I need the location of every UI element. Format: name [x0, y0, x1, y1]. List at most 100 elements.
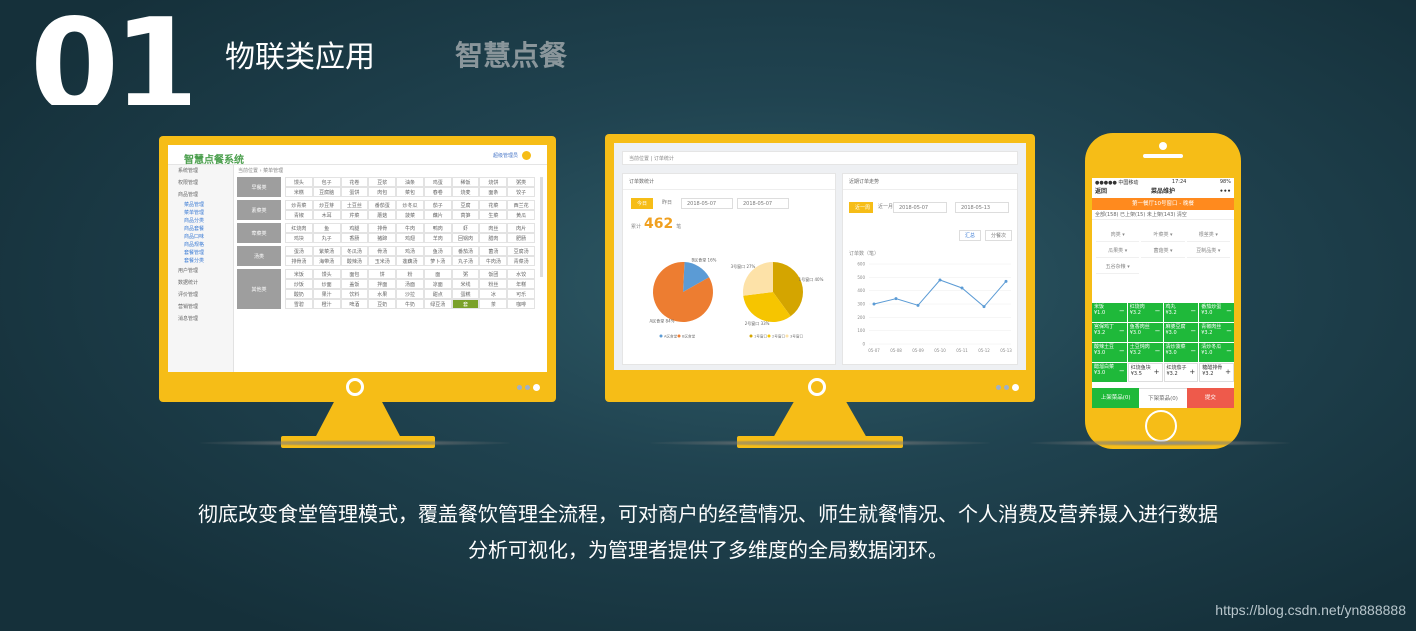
date-end-input[interactable]: 2018-05-13 [955, 202, 1009, 213]
minus-icon[interactable]: − [1155, 328, 1161, 335]
menu-cell[interactable]: 蘑菇 [368, 210, 397, 220]
menu-cell[interactable]: 米饭 [285, 269, 313, 279]
date-start-input[interactable]: 2018-05-07 [681, 198, 733, 209]
category-item[interactable]: 叶菜类 ▾ [1141, 228, 1185, 242]
yesterday-button[interactable]: 昨日 [657, 198, 678, 209]
minus-icon[interactable]: − [1119, 328, 1125, 335]
menu-cell[interactable]: 土豆丝 [340, 200, 369, 210]
menu-cell[interactable]: 酸奶 [285, 289, 313, 299]
menu-cell[interactable]: 番茄蛋 [368, 200, 397, 210]
sidebar-item[interactable]: 商品规格 [168, 241, 233, 249]
date-end-input[interactable]: 2018-05-07 [737, 198, 789, 209]
store-selector[interactable]: 第一餐厅10号窗口 - 晚餐 [1092, 198, 1234, 210]
menu-cell[interactable]: 面包 [340, 269, 369, 279]
menu-cell[interactable]: 汤面 [396, 279, 424, 289]
menu-cell[interactable]: 西兰花 [507, 200, 535, 210]
menu-cell[interactable]: 烧饼 [479, 177, 508, 187]
menu-cell[interactable]: 番茄汤 [451, 246, 480, 256]
dish-card[interactable]: 红烧茄子 ¥3.2 + [1163, 363, 1199, 382]
menu-cell[interactable]: 馒头 [285, 177, 313, 187]
menu-cell[interactable]: 炒青菜 [285, 200, 313, 210]
dish-card[interactable]: 清炒菠菜 ¥3.0− [1163, 343, 1199, 362]
menu-cell[interactable]: 炒豆芽 [312, 200, 341, 210]
menu-cell[interactable]: 可乐 [507, 289, 535, 299]
sidebar-item[interactable]: 商品套餐 [168, 225, 233, 233]
menu-cell[interactable]: 鸡汤 [396, 246, 424, 256]
minus-icon[interactable]: − [1190, 308, 1196, 315]
menu-cell[interactable]: 鱼 [312, 223, 341, 233]
menu-cell[interactable]: 冬瓜汤 [340, 246, 369, 256]
dish-card[interactable]: 清炒冬瓜 ¥1.0− [1199, 343, 1234, 362]
menu-cell[interactable]: 春卷 [423, 187, 452, 197]
menu-cell[interactable]: 花卷 [340, 177, 369, 187]
menu-cell[interactable]: 鸭肉 [423, 223, 452, 233]
menu-cell[interactable]: 木耳 [312, 210, 341, 220]
menu-cell[interactable]: 羊肉 [423, 233, 452, 243]
menu-cell[interactable]: 芹菜 [340, 210, 369, 220]
plus-icon[interactable]: + [1154, 369, 1160, 376]
menu-cell[interactable]: 拌面 [368, 279, 397, 289]
menu-cell[interactable]: 沙拉 [396, 289, 424, 299]
menu-cell[interactable]: 咖啡 [507, 299, 535, 309]
menu-cell[interactable]: 茄子 [423, 200, 452, 210]
menu-cell[interactable]: 花菜 [479, 200, 508, 210]
menu-cell[interactable]: 米线 [451, 279, 480, 289]
menu-cell[interactable]: 年糕 [507, 279, 535, 289]
sidebar-item[interactable]: 评价管理 [168, 289, 233, 301]
back-button[interactable]: 返回 [1095, 186, 1107, 198]
menu-cell[interactable]: 骨汤 [368, 246, 397, 256]
menu-cell[interactable]: 蛋饼 [340, 187, 369, 197]
menu-cell[interactable]: 蛋糕 [451, 289, 480, 299]
scrollbar[interactable] [540, 177, 543, 277]
category-item[interactable]: 根茎类 ▾ [1186, 228, 1230, 242]
menu-cell[interactable]: 鸡腿 [340, 223, 369, 233]
menu-cell[interactable]: 萝卜汤 [423, 256, 452, 266]
menu-cell[interactable]: 肉丝 [479, 223, 508, 233]
menu-cell[interactable]: 冰 [479, 289, 508, 299]
category-item[interactable]: 菌菇类 ▾ [1141, 244, 1185, 258]
dish-card[interactable]: 糖醋排骨 ¥3.2 + [1199, 363, 1234, 382]
minus-icon[interactable]: − [1190, 348, 1196, 355]
menu-cell[interactable]: 饮料 [340, 289, 369, 299]
sidebar-item[interactable]: 商品管理 [168, 189, 233, 201]
menu-cell[interactable]: 粉丝 [479, 279, 508, 289]
dish-card[interactable]: 鸡丸 ¥3.2− [1163, 303, 1199, 322]
menu-cell[interactable]: 烧麦 [451, 187, 480, 197]
plus-icon[interactable]: + [1225, 369, 1231, 376]
menu-cell[interactable]: 莲藕汤 [396, 256, 424, 266]
menu-cell[interactable]: 牛奶 [396, 299, 424, 309]
menu-cell[interactable]: 面条 [479, 187, 508, 197]
menu-cell[interactable]: 鸡翅 [396, 233, 424, 243]
menu-cell[interactable]: 牛肉汤 [479, 256, 508, 266]
menu-cell[interactable]: 面 [423, 269, 452, 279]
dish-card[interactable]: 麻婆豆腐 ¥3.0− [1163, 323, 1199, 342]
menu-cell[interactable]: 豆腐汤 [507, 246, 535, 256]
menu-cell[interactable]: 丸子汤 [451, 256, 480, 266]
dish-card[interactable]: 土豆炖肉 ¥3.2− [1127, 343, 1163, 362]
menu-cell[interactable]: 肉片 [507, 223, 535, 233]
minus-icon[interactable]: − [1119, 348, 1125, 355]
menu-cell[interactable]: 豆浆 [368, 177, 397, 187]
menu-cell[interactable]: 鱼汤 [423, 246, 452, 256]
menu-cell[interactable]: 香肠 [340, 233, 369, 243]
menu-cell[interactable]: 酸辣汤 [340, 256, 369, 266]
minus-icon[interactable]: − [1190, 328, 1196, 335]
minus-icon[interactable]: − [1226, 308, 1232, 315]
menu-cell[interactable]: 果汁 [312, 289, 341, 299]
dish-card[interactable]: 宫保鸡丁 ¥3.2− [1092, 323, 1127, 342]
sidebar-item[interactable]: 商品口味 [168, 233, 233, 241]
dish-card[interactable]: 米饭 ¥1.0− [1092, 303, 1127, 322]
menu-cell[interactable]: 青菜汤 [507, 256, 535, 266]
menu-cell[interactable]: 红烧肉 [285, 223, 313, 233]
menu-cell[interactable]: 绿豆汤 [423, 299, 452, 309]
menu-cell[interactable]: 排骨汤 [285, 256, 313, 266]
menu-cell[interactable]: 玉米汤 [368, 256, 397, 266]
filter-tabs[interactable]: 全部(158) 已上架(15) 未上架(143) 清空 [1092, 210, 1234, 220]
menu-cell[interactable]: 回锅肉 [451, 233, 480, 243]
minus-icon[interactable]: − [1119, 308, 1125, 315]
week-button[interactable]: 近一周 [849, 202, 877, 213]
menu-cell[interactable]: 虾 [451, 223, 480, 233]
minus-icon[interactable]: − [1119, 368, 1125, 375]
menu-cell[interactable]: 菜包 [396, 187, 424, 197]
menu-cell[interactable]: 莴笋 [451, 210, 480, 220]
